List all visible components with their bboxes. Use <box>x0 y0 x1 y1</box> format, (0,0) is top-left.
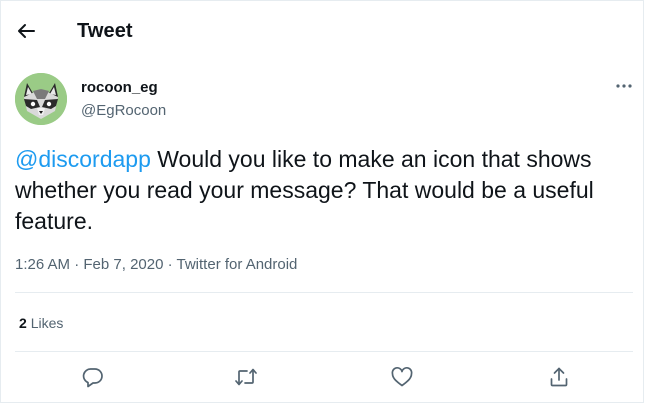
page-title: Tweet <box>77 20 133 42</box>
back-button[interactable] <box>11 16 41 46</box>
likes-link[interactable]: 2 Likes <box>19 315 63 331</box>
tweet-time[interactable]: 1:26 AM <box>15 256 70 273</box>
arrow-left-icon <box>18 24 35 38</box>
divider <box>15 292 633 293</box>
share-icon <box>550 367 568 387</box>
retweet-icon <box>235 368 257 386</box>
page-header: Tweet <box>1 1 643 63</box>
meta-separator: · <box>70 256 84 273</box>
tweet-page: Tweet rocoon_eg @EgRocoon @discordapp Wo… <box>0 0 644 403</box>
divider <box>15 351 633 352</box>
more-options-button[interactable] <box>611 73 637 99</box>
reply-button[interactable] <box>79 363 107 391</box>
avatar[interactable] <box>15 73 67 125</box>
tweet-source[interactable]: Twitter for Android <box>177 256 298 273</box>
share-button[interactable] <box>545 363 573 391</box>
like-button[interactable] <box>388 363 416 391</box>
likes-count: 2 <box>19 315 27 331</box>
reply-icon <box>82 368 103 388</box>
meta-separator: · <box>163 256 177 273</box>
raccoon-avatar-icon <box>15 73 67 125</box>
author-handle[interactable]: @EgRocoon <box>81 102 166 119</box>
like-icon <box>391 366 413 387</box>
tweet-date[interactable]: Feb 7, 2020 <box>83 256 163 273</box>
retweet-button[interactable] <box>232 363 260 391</box>
tweet-text: @discordapp Would you like to make an ic… <box>15 144 635 237</box>
mention-link[interactable]: @discordapp <box>15 146 151 172</box>
likes-label: Likes <box>30 315 64 331</box>
tweet-meta: 1:26 AM · Feb 7, 2020 · Twitter for Andr… <box>15 256 297 273</box>
author-display-name[interactable]: rocoon_eg <box>81 79 158 96</box>
ellipsis-icon <box>616 84 632 88</box>
